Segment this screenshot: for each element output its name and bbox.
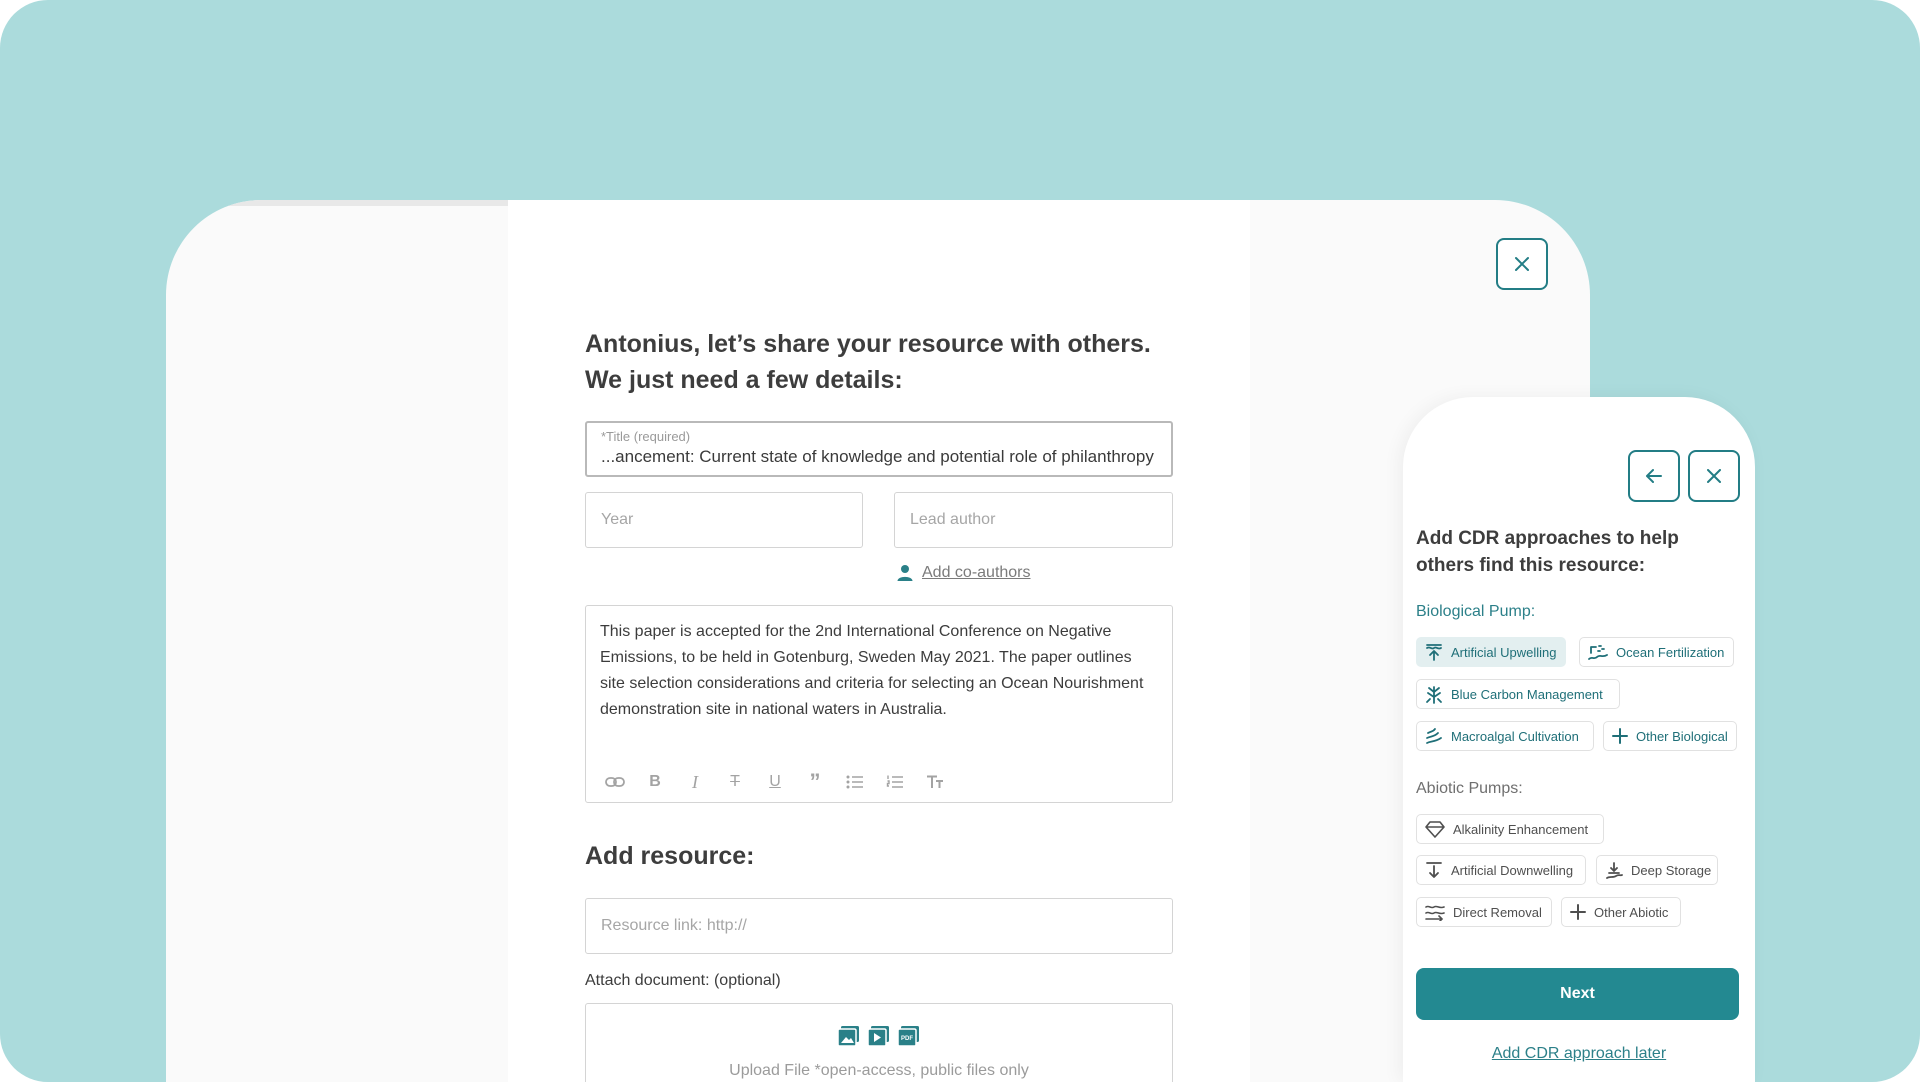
arrow-left-icon [1646,469,1662,483]
lead-author-placeholder: Lead author [910,511,996,528]
chip-macroalgal-cultivation[interactable]: Macroalgal Cultivation [1416,721,1594,751]
cdr-title: Add CDR approaches to help others find t… [1416,525,1736,579]
lead-author-input[interactable]: Lead author [894,492,1173,548]
form-heading: Antonius, let’s share your resource with… [585,326,1185,398]
chip-artificial-downwelling[interactable]: Artificial Downwelling [1416,855,1586,885]
title-field[interactable]: *Title (required) ...ancement: Current s… [585,421,1173,477]
chip-deep-storage[interactable]: Deep Storage [1596,855,1718,885]
year-input[interactable]: Year [585,492,863,548]
description-editor[interactable]: This paper is accepted for the 2nd Inter… [585,605,1173,803]
add-coauthors-link[interactable]: Add co-authors [896,564,1031,582]
macroalgae-icon [1426,728,1442,744]
title-label: *Title (required) [601,429,691,444]
downwelling-icon [1426,862,1442,878]
chip-label: Artificial Upwelling [1451,644,1557,660]
chip-artificial-upwelling[interactable]: Artificial Upwelling [1416,637,1566,667]
plus-icon [1570,904,1586,920]
bold-icon[interactable]: B [642,772,668,792]
svg-text:PDF: PDF [901,1036,913,1042]
chip-label: Deep Storage [1631,862,1712,878]
desktop-modal: Antonius, let’s share your resource with… [166,200,1590,1082]
ocean-fertilization-icon [1588,645,1608,660]
mobile-close-button[interactable] [1688,450,1740,502]
chip-label: Alkalinity Enhancement [1453,821,1589,837]
upload-text: Upload File *open-access, public files o… [729,1062,1029,1079]
upwelling-icon [1426,644,1442,661]
bulleted-list-icon[interactable] [842,772,868,792]
image-file-icon [838,1026,859,1046]
link-icon[interactable] [602,772,628,792]
add-cdr-later-link[interactable]: Add CDR approach later [1403,1045,1755,1063]
chip-other-abiotic[interactable]: Other Abiotic [1561,897,1681,927]
chip-label: Other Abiotic [1594,904,1669,920]
plus-icon [1612,728,1628,744]
chip-direct-removal[interactable]: Direct Removal [1416,897,1552,927]
heading-line-2: We just need a few details: [585,366,903,394]
close-button[interactable] [1496,238,1548,290]
deep-storage-icon [1606,862,1623,879]
strikethrough-icon[interactable]: T [722,772,748,792]
upload-icons: PDF [586,1026,1172,1046]
upload-dropzone[interactable]: PDF Upload File *open-access, public fil… [585,1003,1173,1082]
chip-label: Blue Carbon Management [1451,686,1603,702]
resource-link-placeholder: Resource link: http:// [601,917,747,934]
chip-label: Ocean Fertilization [1616,644,1725,660]
italic-icon[interactable]: I [682,772,708,792]
seagrass-icon [1426,686,1442,704]
numbered-list-icon[interactable] [882,772,908,792]
underline-icon[interactable]: U [762,772,788,792]
title-value: ...ancement: Current state of knowledge … [601,447,1154,466]
resource-link-input[interactable]: Resource link: http:// [585,898,1173,954]
description-text: This paper is accepted for the 2nd Inter… [600,623,1144,718]
close-icon [1707,469,1721,483]
direct-removal-icon [1425,905,1445,921]
heading-line-1: Antonius, let’s share your resource with… [585,330,1151,358]
chip-label: Other Biological [1636,728,1728,744]
add-resource-heading: Add resource: [585,842,755,870]
pdf-file-icon: PDF [898,1026,919,1046]
back-button[interactable] [1628,450,1680,502]
next-button[interactable]: Next [1416,968,1739,1020]
chip-other-biological[interactable]: Other Biological [1603,721,1737,751]
chip-label: Direct Removal [1453,904,1542,920]
add-coauthors-label[interactable]: Add co-authors [922,564,1031,582]
video-file-icon [868,1026,889,1046]
person-icon [897,565,913,581]
mobile-cdr-panel: Add CDR approaches to help others find t… [1403,397,1755,1082]
text-size-icon[interactable] [922,772,948,792]
chip-label: Macroalgal Cultivation [1451,728,1579,744]
attach-label: Attach document: (optional) [585,972,781,989]
biological-pump-label: Biological Pump: [1416,603,1536,620]
format-toolbar: B I T U ” [602,769,948,794]
abiotic-pumps-label: Abiotic Pumps: [1416,780,1523,797]
cdr-title-line-2: others find this resource: [1416,555,1646,576]
cdr-title-line-1: Add CDR approaches to help [1416,528,1679,549]
quote-icon[interactable]: ” [802,769,828,794]
resource-form: Antonius, let’s share your resource with… [508,200,1250,1082]
close-icon [1515,257,1529,271]
chip-blue-carbon-management[interactable]: Blue Carbon Management [1416,679,1620,709]
chip-ocean-fertilization[interactable]: Ocean Fertilization [1579,637,1734,667]
chip-label: Artificial Downwelling [1451,862,1574,878]
year-placeholder: Year [601,511,634,528]
chip-alkalinity-enhancement[interactable]: Alkalinity Enhancement [1416,814,1604,844]
diamond-icon [1425,821,1445,838]
